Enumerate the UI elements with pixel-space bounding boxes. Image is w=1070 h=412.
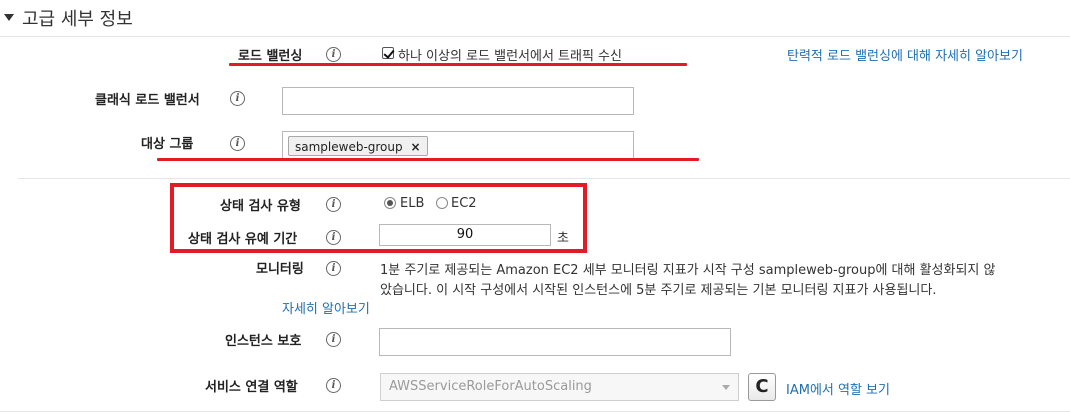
service-linked-role-value: AWSServiceRoleForAutoScaling [389, 379, 592, 394]
health-check-grace-input[interactable]: 90 [379, 224, 551, 246]
refresh-button[interactable]: C [748, 373, 776, 401]
classic-lb-input[interactable] [282, 87, 634, 115]
monitoring-learn-more-link[interactable]: 자세히 알아보기 [282, 298, 370, 317]
service-linked-role-select[interactable]: AWSServiceRoleForAutoScaling [380, 373, 739, 401]
chevron-down-icon [722, 385, 730, 390]
health-check-type-info-icon[interactable]: i [326, 197, 341, 212]
section-title[interactable]: 고급 세부 정보 [22, 5, 133, 31]
grace-unit: 초 [557, 231, 569, 246]
monitoring-text-line2: 았습니다. 이 시작 구성에서 시작된 인스턴스에 5분 주기로 제공되는 기본… [380, 283, 937, 298]
section-header [0, 0, 1070, 37]
collapse-caret-icon[interactable] [4, 14, 14, 21]
instance-protection-info-icon[interactable]: i [326, 332, 341, 347]
load-balancing-info-icon[interactable]: i [326, 47, 341, 62]
target-group-label: 대상 그룹 [141, 137, 194, 152]
target-group-tag: sampleweb-group × [288, 136, 428, 156]
radio-ec2-label[interactable]: EC2 [451, 196, 477, 211]
iam-roles-link[interactable]: IAM에서 역할 보기 [786, 379, 890, 398]
refresh-icon: C [755, 376, 769, 397]
radio-elb-label[interactable]: ELB [400, 196, 424, 211]
target-group-tag-label: sampleweb-group [295, 140, 403, 154]
checkmark-icon [383, 47, 395, 59]
target-group-info-icon[interactable]: i [230, 136, 245, 151]
tag-remove-icon[interactable]: × [410, 140, 420, 154]
classic-lb-info-icon[interactable]: i [230, 91, 245, 106]
health-check-grace-info-icon[interactable]: i [326, 230, 341, 245]
section-divider [18, 178, 1070, 179]
service-linked-role-label: 서비스 연결 역할 [205, 380, 298, 395]
annotation-underline-target-group [157, 158, 699, 161]
monitoring-label: 모니터링 [256, 262, 304, 277]
service-linked-role-info-icon[interactable]: i [326, 378, 341, 393]
health-check-grace-label: 상태 검사 유예 기간 [188, 232, 298, 247]
load-balancing-checkbox-label[interactable]: 하나 이상의 로드 밸런서에서 트래픽 수신 [398, 45, 622, 64]
radio-elb[interactable] [384, 197, 396, 209]
classic-lb-label: 클래식 로드 밸런서 [95, 93, 200, 108]
load-balancing-checkbox[interactable] [382, 47, 395, 59]
load-balancing-label: 로드 밸런싱 [238, 49, 303, 64]
radio-ec2[interactable] [436, 197, 448, 209]
annotation-underline-load-balancing [229, 63, 687, 66]
monitoring-text-line1: 1분 주기로 제공되는 Amazon EC2 세부 모니터링 지표가 시작 구성… [380, 263, 996, 278]
health-check-type-label: 상태 검사 유형 [220, 199, 301, 214]
elb-learn-more-link[interactable]: 탄력적 로드 밸런싱에 대해 자세히 알아보기 [787, 45, 1023, 64]
instance-protection-input[interactable] [379, 328, 731, 356]
instance-protection-label: 인스턴스 보호 [225, 334, 302, 349]
monitoring-info-icon[interactable]: i [326, 261, 341, 276]
